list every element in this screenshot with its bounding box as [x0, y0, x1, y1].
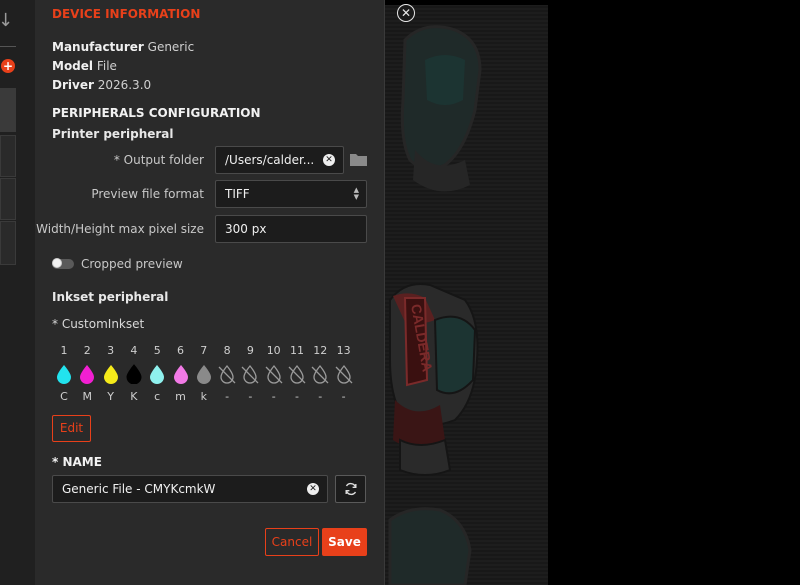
mascot-image: CALDERA	[388, 25, 482, 585]
manufacturer-value: Generic	[147, 40, 195, 54]
ink-channel-label: k	[200, 390, 207, 403]
ink-drop-off-icon[interactable]	[334, 364, 354, 384]
ink-drop-off-icon[interactable]	[240, 364, 260, 384]
ink-channel-number: 2	[83, 344, 91, 357]
ink-channel-label: -	[295, 390, 299, 403]
list-item[interactable]	[0, 178, 16, 220]
add-icon[interactable]: +	[1, 59, 15, 73]
ink-channel-number: 3	[107, 344, 115, 357]
driver-label: Driver	[52, 78, 94, 92]
ink-drop-icon[interactable]	[171, 364, 191, 384]
cropped-preview-toggle[interactable]	[52, 258, 74, 269]
inkset-peripheral-title: Inkset peripheral	[52, 290, 169, 304]
select-arrows-icon: ▲ ▼	[353, 186, 359, 201]
ink-drop-off-icon[interactable]	[310, 364, 330, 384]
clear-icon[interactable]: ✕	[323, 154, 335, 166]
list-item[interactable]	[0, 88, 16, 132]
model-value: File	[96, 59, 117, 73]
name-value: Generic File - CMYKcmkW	[62, 482, 216, 496]
manufacturer-row: Manufacturer Generic	[52, 40, 194, 54]
ink-channel-number: 6	[177, 344, 184, 357]
close-icon[interactable]: ✕	[397, 4, 415, 22]
divider	[0, 46, 16, 47]
save-button[interactable]: Save	[322, 528, 367, 556]
ink-channel-number: 13	[336, 344, 351, 357]
ink-channel-label: c	[154, 390, 161, 403]
max-size-value: 300 px	[225, 222, 267, 236]
left-sidebar: ↓ +	[0, 0, 37, 585]
ink-channel-label: -	[248, 390, 253, 403]
preview-format-select[interactable]: TIFF ▲ ▼	[215, 180, 367, 208]
list-item[interactable]	[0, 221, 16, 265]
ink-channel-number: 4	[130, 344, 138, 357]
device-information-title: DEVICE INFORMATION	[52, 7, 201, 21]
preview-format-value: TIFF	[225, 187, 250, 201]
refresh-button[interactable]	[335, 475, 366, 503]
max-size-label: Width/Height max pixel size	[36, 222, 204, 236]
ink-channel-label: m	[175, 390, 186, 403]
ink-channel-number: 11	[290, 344, 304, 357]
driver-value: 2026.3.0	[97, 78, 152, 92]
ink-channel-label: -	[318, 390, 323, 403]
ink-channel-label: K	[130, 390, 138, 403]
ink-channel-label: -	[341, 390, 346, 403]
ink-drop-icon[interactable]	[77, 364, 97, 384]
inkset-name: * CustomInkset	[52, 317, 145, 331]
arrow-down-icon[interactable]: ↓	[0, 10, 13, 31]
ink-channel-label: Y	[107, 390, 114, 403]
ink-drop-off-icon[interactable]	[264, 364, 284, 384]
ink-drop-off-icon[interactable]	[217, 364, 237, 384]
peripherals-title: PERIPHERALS CONFIGURATION	[52, 106, 261, 120]
ink-channel-number: 7	[200, 344, 208, 357]
ink-channel-number: 1	[60, 344, 68, 357]
ink-channel-label: C	[60, 390, 68, 403]
preview-format-label: Preview file format	[91, 187, 204, 201]
ink-channel-label: M	[82, 390, 93, 403]
name-title: * NAME	[52, 455, 102, 469]
folder-icon[interactable]	[350, 153, 367, 166]
cancel-button[interactable]: Cancel	[265, 528, 319, 556]
device-panel: DEVICE INFORMATION Manufacturer Generic …	[35, 0, 385, 585]
ink-channel-number: 9	[246, 344, 254, 357]
ink-drop-icon[interactable]	[54, 364, 74, 384]
ink-drop-icon[interactable]	[101, 364, 121, 384]
output-folder-label: * Output folder	[113, 153, 204, 167]
output-folder-value: /Users/calder...	[225, 153, 315, 167]
driver-row: Driver 2026.3.0	[52, 78, 151, 92]
ink-channel-number: 8	[223, 344, 231, 357]
model-row: Model File	[52, 59, 117, 73]
ink-channel-number: 10	[266, 344, 281, 357]
ink-channel-number: 5	[153, 344, 161, 357]
ink-drop-icon[interactable]	[194, 364, 214, 384]
ink-drop-icon[interactable]	[147, 364, 167, 384]
ink-drop-icon[interactable]	[124, 364, 144, 384]
cropped-preview-label: Cropped preview	[81, 257, 183, 271]
refresh-icon	[345, 482, 357, 496]
edit-inkset-button[interactable]: Edit	[52, 415, 91, 442]
background-preview: CALDERA	[385, 0, 548, 585]
model-label: Model	[52, 59, 94, 73]
printer-peripheral-title: Printer peripheral	[52, 127, 174, 141]
name-field[interactable]: Generic File - CMYKcmkW ✕	[52, 475, 328, 503]
ink-channel-label: -	[271, 390, 276, 403]
ink-drop-off-icon[interactable]	[287, 364, 307, 384]
ink-channel-number: 12	[313, 344, 328, 357]
max-size-field[interactable]: 300 px	[215, 215, 367, 243]
list-item[interactable]	[0, 135, 16, 177]
manufacturer-label: Manufacturer	[52, 40, 144, 54]
clear-icon[interactable]: ✕	[307, 483, 319, 495]
output-folder-field[interactable]: /Users/calder... ✕	[215, 146, 344, 174]
ink-channel-label: -	[225, 390, 230, 403]
